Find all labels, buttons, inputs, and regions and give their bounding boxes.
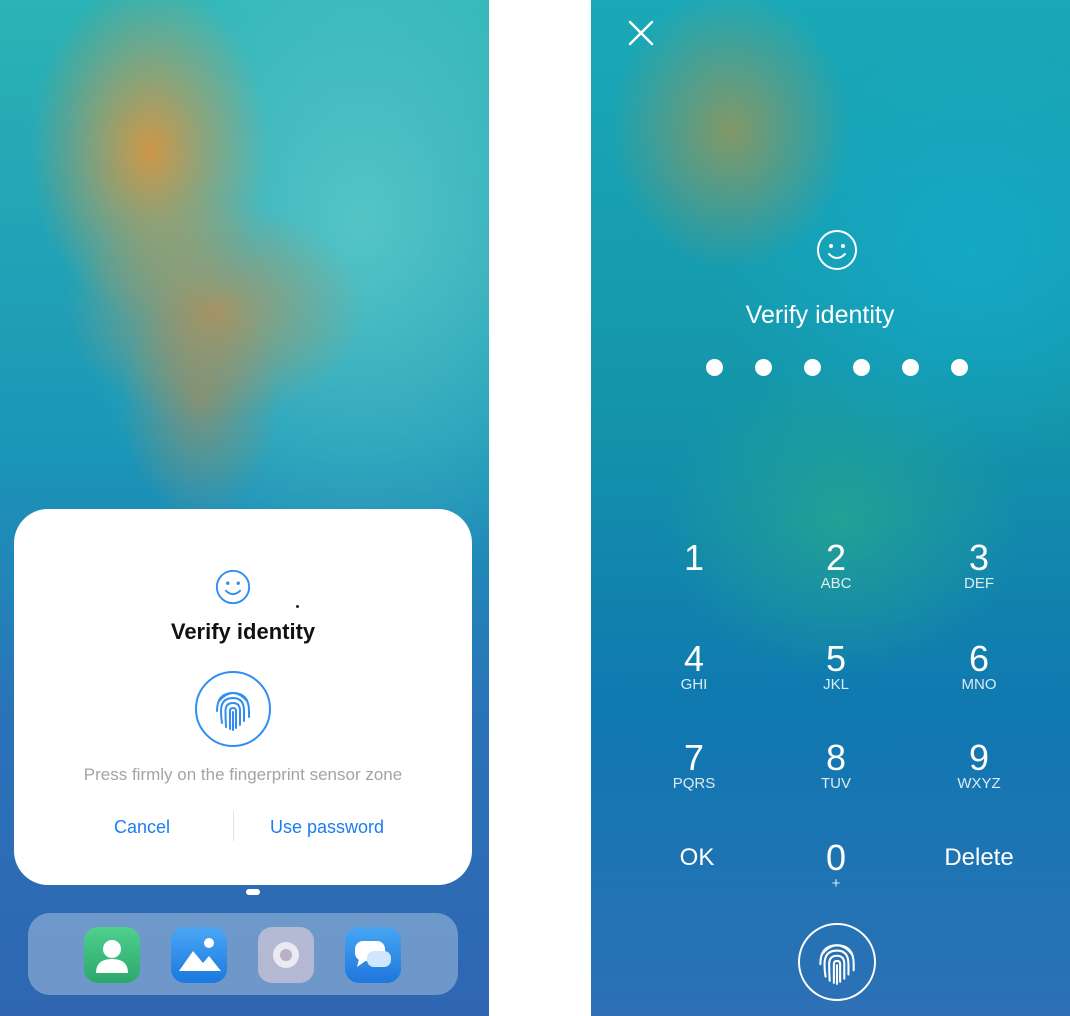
camera-glyph — [273, 942, 299, 968]
page-indicator — [246, 889, 260, 895]
key-letters: WXYZ — [957, 775, 1001, 792]
key-6[interactable]: 6 MNO — [934, 641, 1024, 693]
dialog-title: Verify identity — [170, 619, 316, 644]
key-number: 9 — [968, 737, 990, 778]
pin-dot — [755, 359, 772, 376]
key-4[interactable]: 4 GHI — [649, 641, 739, 693]
gallery-icon[interactable] — [171, 927, 227, 983]
gallery-glyph — [179, 938, 221, 971]
cancel-button[interactable]: Cancel — [82, 817, 202, 838]
key-number: 1 — [683, 537, 705, 578]
key-9[interactable]: 9 WXYZ — [934, 740, 1024, 792]
pin-dot — [853, 359, 870, 376]
key-letters: DEF — [964, 575, 994, 592]
pin-dot — [706, 359, 723, 376]
key-letters: PQRS — [672, 775, 716, 792]
key-number: 0 — [825, 837, 847, 878]
key-number: 5 — [825, 638, 847, 679]
key-number: 3 — [968, 537, 990, 578]
pin-dot — [902, 359, 919, 376]
messages-glyph — [355, 941, 391, 967]
dialog-dot — [296, 605, 299, 608]
key-number: 4 — [683, 638, 705, 679]
pin-dot — [951, 359, 968, 376]
key-2[interactable]: 2 ABC — [791, 540, 881, 592]
key-1[interactable]: 1 — [649, 540, 739, 576]
key-number: 7 — [683, 737, 705, 778]
key-letters: MNO — [961, 676, 997, 693]
messages-icon[interactable] — [345, 927, 401, 983]
delete-button[interactable]: Delete — [929, 844, 1029, 872]
fingerprint-button[interactable] — [798, 923, 876, 1001]
fingerprint-button[interactable] — [195, 671, 271, 747]
face-icon — [817, 230, 857, 270]
key-number: 2 — [825, 537, 847, 578]
pin-dot — [804, 359, 821, 376]
contacts-icon[interactable] — [84, 927, 140, 983]
key-8[interactable]: 8 TUV — [791, 740, 881, 792]
key-number: 6 — [968, 638, 990, 679]
key-7[interactable]: 7 PQRS — [649, 740, 739, 792]
fingerprint-icon — [216, 691, 250, 731]
key-letters: JKL — [823, 676, 849, 693]
contacts-glyph — [96, 940, 128, 973]
ok-button[interactable]: OK — [652, 844, 742, 872]
close-icon[interactable] — [628, 20, 654, 46]
key-number: 8 — [825, 737, 847, 778]
key-letters: GHI — [680, 676, 708, 693]
key-3[interactable]: 3 DEF — [934, 540, 1024, 592]
key-5[interactable]: 5 JKL — [791, 641, 881, 693]
camera-icon[interactable] — [258, 927, 314, 983]
key-letters: ABC — [820, 575, 852, 592]
key-letters: + — [831, 875, 841, 892]
key-letters: TUV — [821, 775, 851, 792]
fingerprint-icon — [819, 944, 855, 985]
face-icon — [215, 569, 251, 605]
page-title: Verify identity — [745, 301, 895, 329]
use-password-button[interactable]: Use password — [252, 817, 402, 838]
dialog-hint: Press firmly on the fingerprint sensor z… — [83, 765, 403, 784]
key-0[interactable]: 0 + — [791, 840, 881, 892]
button-divider — [233, 811, 234, 841]
